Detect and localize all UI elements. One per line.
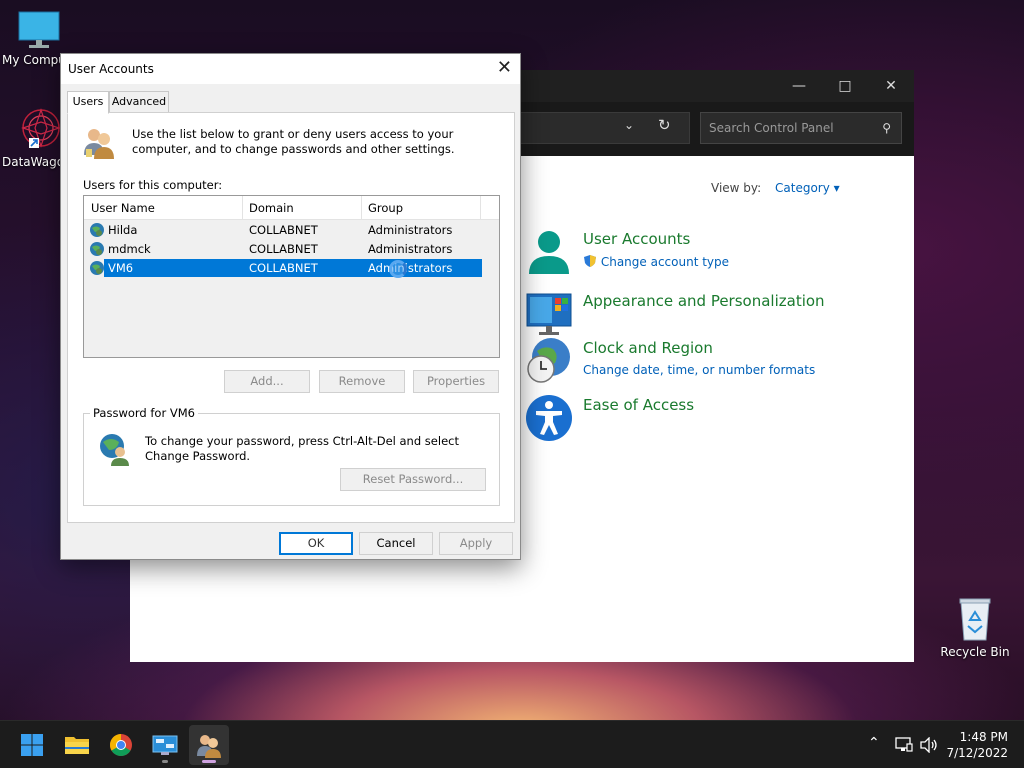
apply-button[interactable]: Apply bbox=[439, 532, 513, 555]
users-list-header: User Name Domain Group bbox=[84, 196, 499, 220]
taskbar: ⌃ 1:48 PM 7/12/2022 bbox=[0, 720, 1024, 768]
tab-label: Users bbox=[72, 95, 104, 108]
cell-user-name: Hilda bbox=[108, 223, 138, 237]
windows-logo-icon bbox=[21, 734, 43, 756]
password-group-label: Password for VM6 bbox=[90, 406, 198, 420]
taskbar-chrome[interactable] bbox=[101, 725, 141, 765]
user-globe-icon bbox=[90, 242, 104, 256]
users-icon bbox=[197, 735, 221, 758]
volume-icon[interactable] bbox=[919, 737, 939, 753]
active-indicator bbox=[202, 760, 216, 763]
properties-button[interactable]: Properties bbox=[413, 370, 499, 393]
taskbar-user-accounts[interactable] bbox=[189, 725, 229, 765]
taskbar-file-explorer[interactable] bbox=[57, 725, 97, 765]
refresh-icon[interactable]: ↻ bbox=[658, 116, 671, 134]
dialog-title: User Accounts bbox=[68, 62, 154, 76]
cell-domain: COLLABNET bbox=[249, 223, 318, 237]
system-clock[interactable]: 1:48 PM 7/12/2022 bbox=[946, 729, 1008, 761]
tab-users[interactable]: Users bbox=[67, 91, 109, 114]
table-row[interactable]: mdmck COLLABNET Administrators bbox=[84, 240, 482, 258]
cancel-button[interactable]: Cancel bbox=[359, 532, 433, 555]
chevron-down-icon[interactable]: ⌄ bbox=[624, 118, 634, 132]
clock-date: 7/12/2022 bbox=[946, 746, 1008, 760]
table-row-selected[interactable]: VM6 COLLABNET Administrators bbox=[84, 259, 482, 278]
close-icon[interactable]: ✕ bbox=[868, 70, 914, 102]
running-indicator bbox=[162, 760, 168, 763]
reset-password-button[interactable]: Reset Password... bbox=[340, 468, 486, 491]
category-title[interactable]: User Accounts bbox=[583, 230, 690, 248]
ease-of-access-icon bbox=[526, 395, 572, 441]
tab-label: Advanced bbox=[111, 95, 167, 108]
taskbar-control-panel[interactable] bbox=[145, 725, 185, 765]
ok-button[interactable]: OK bbox=[279, 532, 353, 555]
view-by: View by: Category ▾ bbox=[711, 181, 840, 195]
datawagon-icon bbox=[21, 108, 61, 148]
chrome-icon bbox=[110, 734, 132, 756]
minimize-icon[interactable]: — bbox=[776, 70, 822, 102]
password-group: Password for VM6 To change your password… bbox=[83, 406, 500, 506]
column-header-group[interactable]: Group bbox=[368, 201, 403, 215]
monitor-icon bbox=[18, 11, 60, 48]
appearance-icon bbox=[526, 293, 572, 335]
search-icon[interactable]: ⚲ bbox=[882, 113, 891, 143]
control-panel-icon bbox=[152, 735, 178, 755]
user-globe-icon bbox=[90, 261, 104, 275]
close-icon[interactable]: ✕ bbox=[497, 57, 512, 78]
cell-group: Administrators bbox=[368, 261, 453, 275]
dialog-titlebar: User Accounts ✕ bbox=[61, 54, 520, 84]
category-link-text[interactable]: Change date, time, or number formats bbox=[583, 363, 815, 377]
column-divider[interactable] bbox=[242, 196, 243, 220]
cell-user-name: VM6 bbox=[108, 261, 134, 275]
remove-button[interactable]: Remove bbox=[319, 370, 405, 393]
intro-text: Use the list below to grant or deny user… bbox=[132, 127, 455, 156]
category-title[interactable]: Ease of Access bbox=[583, 396, 694, 414]
users-tab-panel: Use the list below to grant or deny user… bbox=[67, 112, 515, 523]
cell-group: Administrators bbox=[368, 242, 453, 256]
start-button[interactable] bbox=[12, 725, 52, 765]
shield-icon bbox=[584, 255, 596, 267]
clock-globe-icon bbox=[527, 338, 570, 383]
recycle-bin-icon bbox=[959, 598, 991, 641]
chevron-up-icon[interactable]: ⌃ bbox=[868, 735, 880, 751]
busy-cursor-icon bbox=[389, 260, 407, 278]
network-icon[interactable] bbox=[895, 737, 913, 753]
column-divider[interactable] bbox=[480, 196, 481, 220]
cell-group: Administrators bbox=[368, 223, 453, 237]
user-globe-icon bbox=[90, 223, 104, 237]
category-title[interactable]: Clock and Region bbox=[583, 339, 713, 357]
desktop-icon-label: Recycle Bin bbox=[940, 645, 1010, 659]
cell-domain: COLLABNET bbox=[249, 242, 318, 256]
view-by-value: Category bbox=[775, 181, 830, 195]
view-by-label: View by: bbox=[711, 181, 762, 195]
cell-user-name: mdmck bbox=[108, 242, 151, 256]
search-placeholder: Search Control Panel bbox=[709, 121, 834, 135]
column-header-user-name[interactable]: User Name bbox=[91, 201, 155, 215]
column-divider[interactable] bbox=[361, 196, 362, 220]
user-accounts-icon bbox=[529, 231, 569, 274]
users-list-label: Users for this computer: bbox=[83, 178, 223, 192]
category-link[interactable]: Change account type bbox=[583, 254, 729, 269]
clock-time: 1:48 PM bbox=[959, 730, 1008, 744]
tab-advanced[interactable]: Advanced bbox=[109, 91, 169, 113]
category-link-text[interactable]: Change account type bbox=[601, 255, 729, 269]
category-title[interactable]: Appearance and Personalization bbox=[583, 292, 825, 310]
column-header-domain[interactable]: Domain bbox=[249, 201, 294, 215]
desktop-icon-recycle-bin[interactable]: Recycle Bin bbox=[938, 596, 1012, 659]
table-row[interactable]: Hilda COLLABNET Administrators bbox=[84, 221, 482, 239]
view-by-dropdown[interactable]: Category ▾ bbox=[775, 181, 840, 195]
folder-icon bbox=[65, 737, 89, 754]
search-input[interactable]: Search Control Panel ⚲ bbox=[700, 112, 902, 144]
users-list[interactable]: User Name Domain Group Hilda COLLABNET A… bbox=[83, 195, 500, 358]
add-button[interactable]: Add... bbox=[224, 370, 310, 393]
password-instructions: To change your password, press Ctrl-Alt-… bbox=[145, 434, 459, 463]
user-password-icon bbox=[100, 434, 129, 466]
maximize-icon[interactable]: □ bbox=[822, 70, 868, 102]
user-accounts-dialog: User Accounts ✕ Users Advanced Use the l… bbox=[60, 53, 521, 560]
cell-domain: COLLABNET bbox=[249, 261, 318, 275]
users-icon bbox=[84, 129, 114, 159]
